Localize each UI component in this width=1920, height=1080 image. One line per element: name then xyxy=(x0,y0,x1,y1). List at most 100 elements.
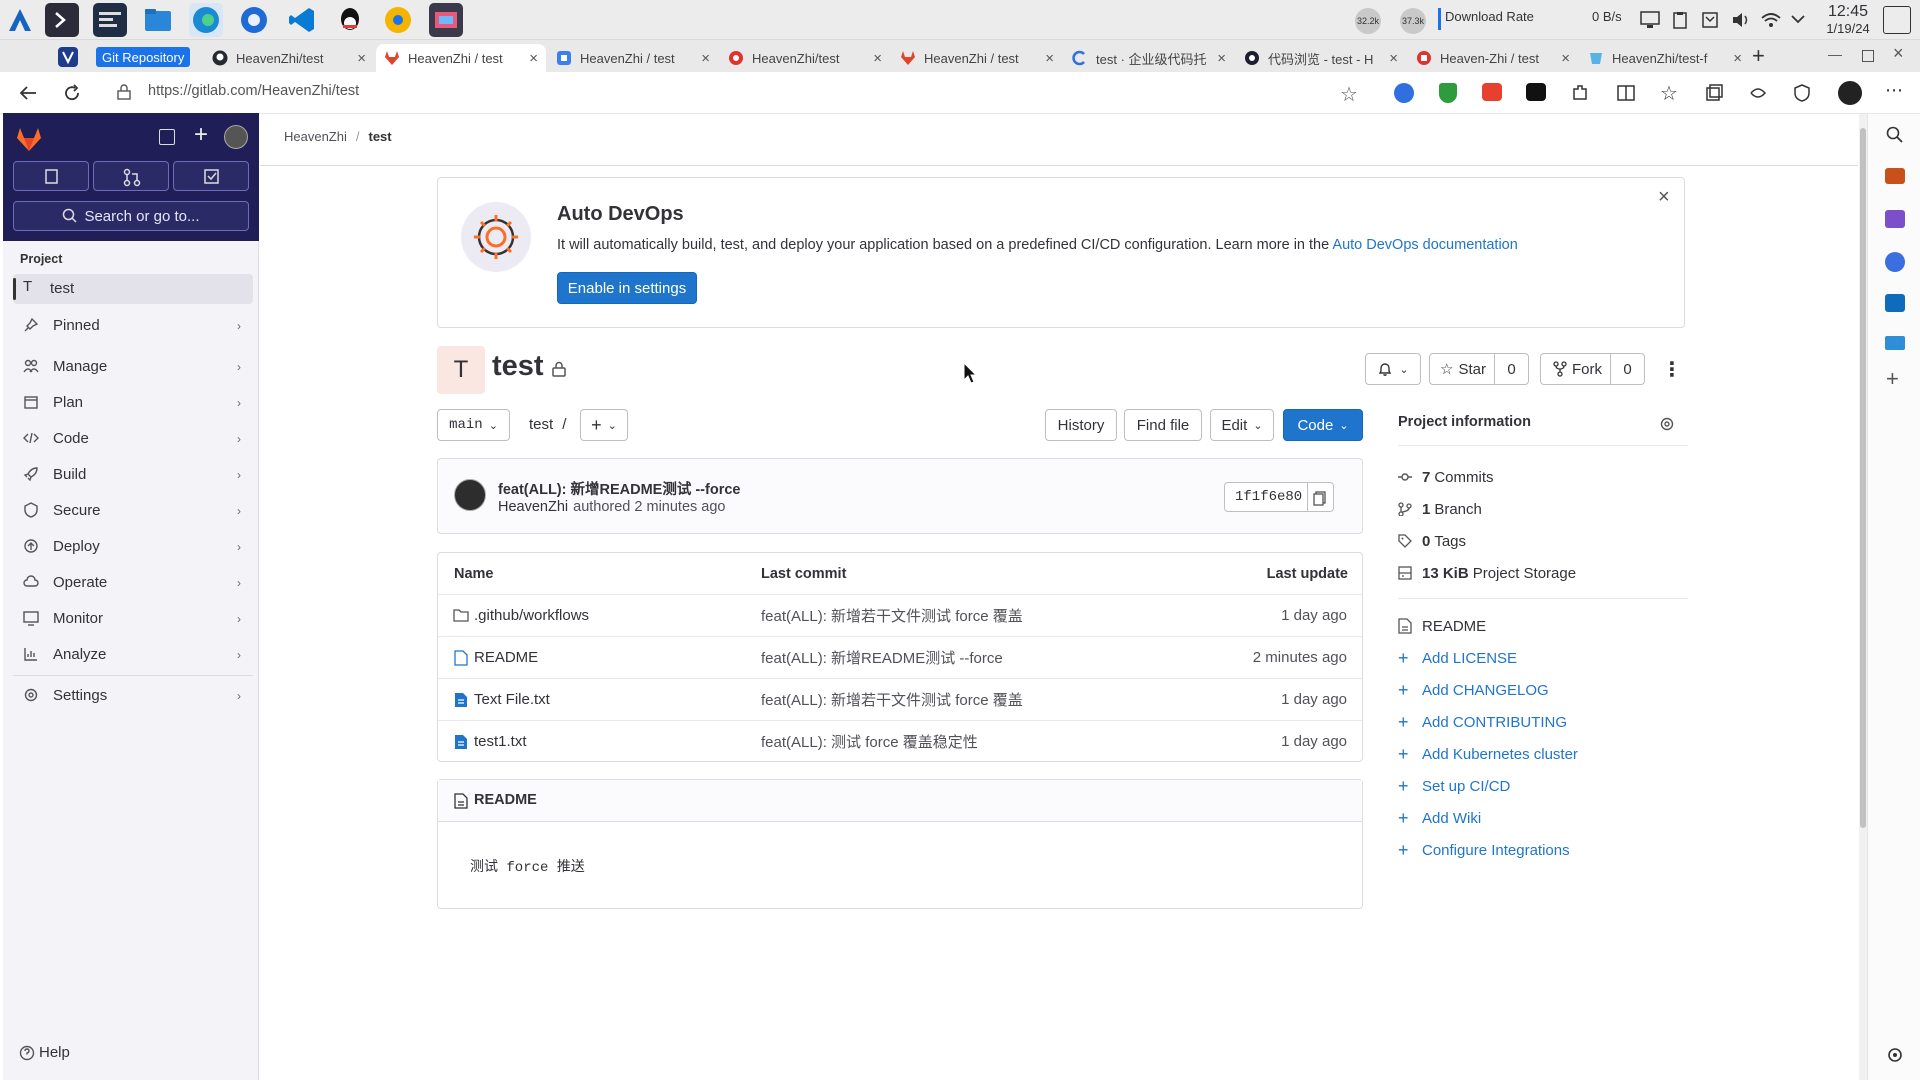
extension-icon[interactable] xyxy=(1394,83,1414,103)
notifications-button[interactable]: ⌄ xyxy=(1365,353,1421,385)
firefox-browser-icon[interactable] xyxy=(237,3,271,37)
app-launcher-icon[interactable] xyxy=(3,3,37,37)
file-name-link[interactable]: .github/workflows xyxy=(474,607,589,624)
table-row[interactable]: .github/workflows feat(ALL): 新增若干文件测试 fo… xyxy=(438,594,1362,636)
restore-icon[interactable] xyxy=(1862,50,1874,62)
lock-icon[interactable] xyxy=(117,84,131,100)
browser-menu-icon[interactable]: ⋯ xyxy=(1885,80,1903,101)
shopping-icon[interactable] xyxy=(1885,168,1905,184)
add-wiki-link[interactable]: + Add Wiki xyxy=(1398,806,1688,830)
browser-tab[interactable]: HeavenZhi/test × xyxy=(204,44,374,72)
sidebar-item-settings[interactable]: Settings › xyxy=(13,679,253,711)
browser-tab-active[interactable]: HeavenZhi / test × xyxy=(376,44,546,72)
favorites-icon[interactable]: ☆ xyxy=(1660,81,1678,106)
wifi-icon[interactable] xyxy=(1760,11,1782,29)
tab-close-icon[interactable]: × xyxy=(1217,50,1226,67)
tab-close-icon[interactable]: × xyxy=(529,50,538,67)
sidebar-item-manage[interactable]: Manage › xyxy=(13,350,253,382)
adblock-extension-icon[interactable] xyxy=(1439,83,1457,103)
system-monitor-icon[interactable] xyxy=(93,3,127,37)
screen-recorder-icon[interactable] xyxy=(429,3,463,37)
tab-close-icon[interactable]: × xyxy=(701,50,710,67)
tools-icon[interactable] xyxy=(1885,210,1905,228)
close-icon[interactable]: × xyxy=(1658,186,1670,209)
split-screen-icon[interactable] xyxy=(1616,83,1636,103)
user-avatar[interactable] xyxy=(224,125,248,149)
add-kubernetes-cluster-link[interactable]: + Add Kubernetes cluster xyxy=(1398,742,1688,766)
file-name-link[interactable]: README xyxy=(474,649,538,666)
star-button[interactable]: ☆ Star 0 xyxy=(1429,353,1529,385)
screenshot-extension-icon[interactable] xyxy=(1482,83,1502,101)
table-row[interactable]: Text File.txt feat(ALL): 新增若干文件测试 force … xyxy=(438,678,1362,720)
browser-tab[interactable]: HeavenZhi / test × xyxy=(892,44,1062,72)
performance-icon[interactable] xyxy=(1748,83,1768,103)
history-button[interactable]: History xyxy=(1045,409,1117,441)
tab-group-label[interactable]: Git Repository xyxy=(96,47,191,67)
configure-integrations-link[interactable]: + Configure Integrations xyxy=(1398,838,1688,862)
readme-link[interactable]: README xyxy=(1398,614,1688,638)
search-icon[interactable] xyxy=(1886,126,1904,144)
browser-essentials-icon[interactable] xyxy=(1792,83,1812,103)
todos-button[interactable] xyxy=(173,161,249,191)
vscode-icon[interactable] xyxy=(285,3,319,37)
browser-tab[interactable]: 代码浏览 - test - H × xyxy=(1236,44,1406,72)
sidebar-item-analyze[interactable]: Analyze › xyxy=(13,638,253,670)
tab-close-icon[interactable]: × xyxy=(1045,50,1054,67)
edit-dropdown-button[interactable]: Edit ⌄ xyxy=(1210,409,1274,441)
settings-gear-icon[interactable] xyxy=(1659,416,1675,432)
add-sidebar-app-icon[interactable]: + xyxy=(1886,366,1899,392)
code-dropdown-button[interactable]: Code ⌄ xyxy=(1283,409,1363,441)
tab-close-icon[interactable]: × xyxy=(1561,50,1570,67)
profile-tab-icon[interactable] xyxy=(58,47,78,67)
create-new-icon[interactable]: + xyxy=(194,121,208,149)
outlook-icon[interactable] xyxy=(1885,294,1905,312)
translate-extension-icon[interactable] xyxy=(1526,83,1546,101)
file-name-link[interactable]: test1.txt xyxy=(474,733,527,750)
sidebar-item-plan[interactable]: Plan › xyxy=(13,386,253,418)
minimize-icon[interactable]: — xyxy=(1828,46,1842,62)
table-row[interactable]: README feat(ALL): 新增README测试 --force 2 m… xyxy=(438,636,1362,678)
sidebar-item-secure[interactable]: Secure › xyxy=(13,494,253,526)
sidebar-item-deploy[interactable]: Deploy › xyxy=(13,530,253,562)
collections-icon[interactable] xyxy=(1704,83,1724,103)
repo-path-root[interactable]: test xyxy=(529,416,553,433)
browser-tab[interactable]: HeavenZhi/test × xyxy=(720,44,890,72)
volume-icon[interactable] xyxy=(1731,11,1751,29)
back-icon[interactable] xyxy=(18,84,38,102)
file-manager-icon[interactable] xyxy=(141,3,175,37)
sidebar-project-item[interactable]: T test xyxy=(13,274,253,304)
terminal-icon[interactable] xyxy=(45,3,79,37)
file-name-link[interactable]: Text File.txt xyxy=(474,691,550,708)
display-icon[interactable] xyxy=(1640,11,1660,29)
qq-icon[interactable] xyxy=(333,3,367,37)
browser-tab[interactable]: test · 企业级代码托 × xyxy=(1064,44,1234,72)
sidebar-toggle-icon[interactable] xyxy=(159,129,175,145)
add-changelog-link[interactable]: + Add CHANGELOG xyxy=(1398,678,1688,702)
commit-author[interactable]: HeavenZhi xyxy=(498,499,568,515)
branches-stat[interactable]: 1 Branch xyxy=(1398,497,1688,521)
sidebar-settings-icon[interactable] xyxy=(1886,1046,1904,1064)
setup-cicd-link[interactable]: + Set up CI/CD xyxy=(1398,774,1688,798)
tab-close-icon[interactable]: × xyxy=(1733,50,1742,67)
bookmark-star-icon[interactable]: ☆ xyxy=(1340,82,1358,107)
extensions-icon[interactable] xyxy=(1570,83,1590,103)
file-commit-link[interactable]: feat(ALL): 测试 force 覆盖稳定性 xyxy=(761,731,978,752)
page-scrollbar[interactable] xyxy=(1859,114,1867,1080)
sidebar-item-operate[interactable]: Operate › xyxy=(13,566,253,598)
tab-close-icon[interactable]: × xyxy=(873,50,882,67)
tray-expand-icon[interactable] xyxy=(1790,13,1806,25)
fork-button[interactable]: Fork 0 xyxy=(1540,353,1645,385)
copy-icon[interactable] xyxy=(1313,490,1327,506)
issues-button[interactable] xyxy=(13,161,89,191)
address-bar-url[interactable]: https://gitlab.com/HeavenZhi/test xyxy=(148,83,359,99)
refresh-icon[interactable] xyxy=(62,83,82,103)
chrome-canary-icon[interactable] xyxy=(381,3,415,37)
sidebar-item-build[interactable]: Build › xyxy=(13,458,253,490)
enable-in-settings-button[interactable]: Enable in settings xyxy=(557,272,697,304)
commit-author-avatar[interactable] xyxy=(454,479,486,511)
commit-sha[interactable]: 1f1f6e80 xyxy=(1235,489,1302,505)
readme-title[interactable]: README xyxy=(474,792,537,808)
commit-message[interactable]: feat(ALL): 新增README测试 --force xyxy=(498,478,740,499)
sidebar-item-monitor[interactable]: Monitor › xyxy=(13,602,253,634)
merge-requests-button[interactable] xyxy=(93,161,169,191)
